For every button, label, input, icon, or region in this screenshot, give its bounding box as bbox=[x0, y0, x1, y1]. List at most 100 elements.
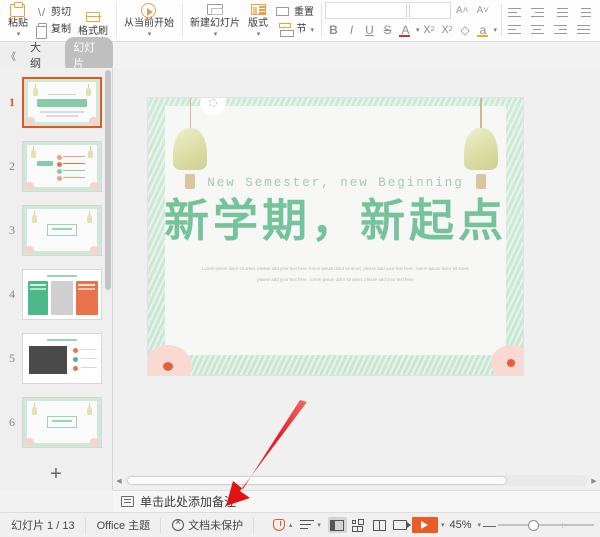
paste-icon bbox=[9, 1, 27, 17]
thumbnail-slide-2[interactable]: 2 bbox=[0, 134, 112, 198]
section-caret-icon[interactable]: ▾ bbox=[310, 26, 314, 34]
cut-button[interactable]: 剪切 bbox=[32, 5, 74, 21]
paste-button[interactable]: 粘贴 ▾ bbox=[4, 1, 32, 41]
scroll-thumb[interactable] bbox=[127, 476, 507, 485]
wps-brand-icon[interactable] bbox=[272, 518, 286, 532]
play-circle-icon bbox=[139, 2, 159, 18]
format-painter-icon bbox=[84, 10, 102, 25]
scroll-track[interactable] bbox=[125, 475, 588, 486]
thumbnail-slide-3[interactable]: 3 bbox=[0, 198, 112, 262]
zoom-caret-icon[interactable]: ▾ bbox=[477, 521, 481, 529]
reset-button[interactable]: 重置 bbox=[272, 4, 317, 21]
highlight-caret-icon[interactable]: ▾ bbox=[494, 26, 498, 34]
font-color-button[interactable]: A bbox=[397, 21, 414, 38]
subscript-button[interactable]: X2 bbox=[439, 21, 456, 38]
scroll-right-arrow-icon[interactable]: ▶ bbox=[588, 477, 600, 485]
zoom-level-label[interactable]: 45% bbox=[446, 519, 474, 531]
thumbnail-scrollbar-thumb[interactable] bbox=[105, 70, 111, 290]
thumbnail-slide-6[interactable]: 6 bbox=[0, 390, 112, 454]
thumbnail-slide-5[interactable]: 5 bbox=[0, 326, 112, 390]
collapse-panel-icon[interactable]: 《 bbox=[6, 48, 16, 63]
view-reading-button[interactable] bbox=[370, 517, 389, 533]
shield-icon bbox=[172, 517, 185, 531]
thumbnail-number: 2 bbox=[9, 158, 15, 173]
bullet-list-icon[interactable] bbox=[553, 7, 569, 20]
increase-font-size-icon[interactable]: A˄ bbox=[453, 5, 472, 16]
thumbnail-list[interactable]: 1 2 3 4 5 6 bbox=[0, 68, 112, 458]
decrease-indent-icon[interactable] bbox=[507, 7, 523, 20]
thumbnail-preview[interactable] bbox=[22, 268, 102, 320]
slide-body-line-1: Lorem ipsum dolor sit amet, please add y… bbox=[201, 266, 470, 271]
notes-placeholder[interactable]: 单击此处添加备注 bbox=[140, 493, 236, 510]
ribbon-group-paragraph bbox=[501, 0, 600, 41]
view-options-caret-icon[interactable]: ▾ bbox=[317, 521, 321, 529]
view-presenter-button[interactable] bbox=[391, 517, 412, 533]
thumbnail-preview[interactable] bbox=[22, 204, 102, 256]
align-right-icon[interactable] bbox=[553, 24, 569, 37]
font-color-caret-icon[interactable]: ▾ bbox=[416, 26, 420, 34]
number-list-icon[interactable] bbox=[576, 7, 592, 20]
start-from-current-button[interactable]: 从当前开始 ▾ bbox=[120, 1, 178, 41]
slide-english-subtitle[interactable]: New Semester, new Beginning bbox=[148, 176, 523, 190]
status-protection-label: 文档未保护 bbox=[188, 520, 244, 532]
section-button[interactable]: 节 ▾ bbox=[272, 21, 317, 39]
paste-caret-icon[interactable]: ▾ bbox=[17, 30, 21, 38]
wps-brand-caret-icon[interactable]: ▴ bbox=[289, 521, 293, 529]
layout-button[interactable]: 版式 ▾ bbox=[244, 1, 272, 41]
status-theme[interactable]: Office 主题 bbox=[86, 513, 162, 537]
thumbnail-slide-4[interactable]: 4 bbox=[0, 262, 112, 326]
status-bar: 幻灯片 1 / 13 Office 主题 文档未保护 ▴ ▾ ▾ 45% ▾ — bbox=[0, 512, 600, 537]
strikethrough-button[interactable]: S bbox=[379, 21, 396, 38]
slideshow-caret-icon[interactable]: ▾ bbox=[148, 30, 152, 38]
zoom-slider[interactable] bbox=[498, 519, 594, 531]
slide-main-title[interactable]: 新学期，新起点 bbox=[148, 193, 523, 249]
thumbnail-preview[interactable] bbox=[22, 332, 102, 384]
layout-caret-icon[interactable]: ▾ bbox=[257, 30, 261, 38]
ribbon-group-slides: 新建幻灯片 ▾ 版式 ▾ 重置 节 ▾ bbox=[182, 0, 321, 41]
superscript-button[interactable]: X2 bbox=[421, 21, 438, 38]
align-center-icon[interactable] bbox=[530, 24, 546, 37]
thumbnail-slide-1[interactable]: 1 bbox=[0, 70, 112, 134]
decrease-font-size-icon[interactable]: A˅ bbox=[474, 5, 493, 16]
justify-icon[interactable] bbox=[576, 24, 592, 37]
status-slide-count[interactable]: 幻灯片 1 / 13 bbox=[0, 513, 86, 537]
wps-presentation-window: 粘贴 ▾ 剪切 复制 格式刷 从当前开始 ▾ 新建幻灯片 ▾ 版式 ▾ 重置 节… bbox=[0, 0, 600, 537]
zoom-out-button[interactable]: — bbox=[483, 518, 496, 533]
section-label: 节 bbox=[296, 24, 307, 35]
notes-pane[interactable]: 单击此处添加备注 bbox=[113, 490, 600, 512]
italic-button[interactable]: I bbox=[343, 21, 360, 38]
thumbnail-preview[interactable] bbox=[22, 76, 102, 128]
editor-horizontal-scrollbar[interactable]: ◀ ▶ bbox=[113, 474, 600, 487]
new-slide-button[interactable]: 新建幻灯片 ▾ bbox=[186, 1, 244, 41]
section-icon bbox=[278, 23, 295, 37]
thumbnail-scrollbar[interactable] bbox=[104, 68, 112, 458]
slide-body-text[interactable]: Lorem ipsum dolor sit amet, please add y… bbox=[196, 264, 475, 285]
thumbnail-preview[interactable] bbox=[22, 140, 102, 192]
increase-indent-icon[interactable] bbox=[530, 7, 546, 20]
thumbnail-preview[interactable] bbox=[22, 396, 102, 448]
slide-thumbnail-panel: 1 2 3 4 5 6 + bbox=[0, 68, 113, 490]
font-size-select[interactable] bbox=[409, 2, 451, 19]
status-protection[interactable]: 文档未保护 bbox=[161, 513, 255, 537]
format-painter-button[interactable]: 格式刷 bbox=[74, 1, 112, 41]
highlight-button[interactable]: a bbox=[475, 21, 492, 38]
scroll-left-arrow-icon[interactable]: ◀ bbox=[113, 477, 125, 485]
copy-icon bbox=[35, 23, 48, 39]
ribbon-group-clipboard: 粘贴 ▾ 剪切 复制 格式刷 bbox=[0, 0, 116, 41]
view-slide-sorter-button[interactable] bbox=[349, 517, 368, 533]
bold-button[interactable]: B bbox=[325, 21, 342, 38]
presenter-view-icon bbox=[393, 520, 412, 530]
view-normal-button[interactable] bbox=[327, 517, 347, 533]
clear-format-icon[interactable]: ◇ bbox=[457, 21, 474, 38]
view-options-icon[interactable] bbox=[300, 519, 315, 531]
pink-flower-bottom-right bbox=[491, 345, 523, 375]
slide-canvas[interactable]: New Semester, new Beginning 新学期，新起点 Lore… bbox=[148, 98, 523, 375]
font-family-select[interactable] bbox=[325, 2, 407, 19]
slideshow-options-caret-icon[interactable]: ▾ bbox=[441, 521, 445, 529]
zoom-slider-knob[interactable] bbox=[528, 519, 539, 531]
new-slide-caret-icon[interactable]: ▾ bbox=[214, 30, 218, 38]
start-slideshow-button[interactable] bbox=[411, 517, 438, 533]
underline-button[interactable]: U bbox=[361, 21, 378, 38]
align-left-icon[interactable] bbox=[507, 24, 523, 37]
add-slide-button[interactable]: + bbox=[0, 458, 112, 490]
